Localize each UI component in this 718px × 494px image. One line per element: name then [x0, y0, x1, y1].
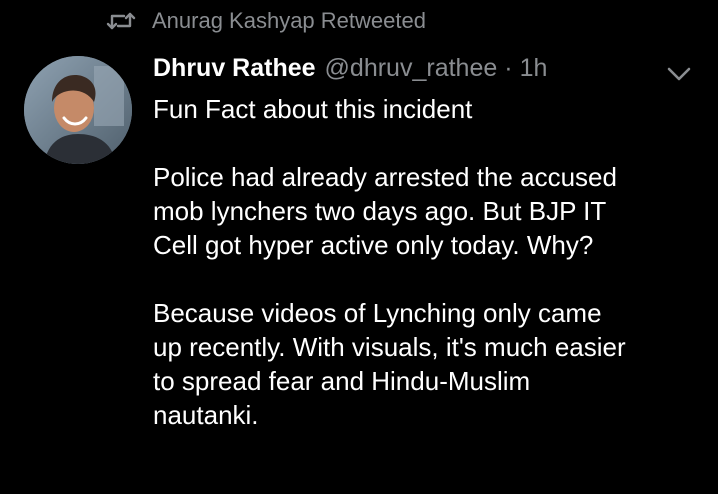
- separator-dot: ·: [504, 54, 513, 82]
- tweet-paragraph-2: Because videos of Lynching only came up …: [153, 296, 713, 432]
- tweet-line: up recently. With visuals, it's much eas…: [153, 332, 626, 362]
- tweet-line: Because videos of Lynching only came: [153, 298, 602, 328]
- tweet-paragraph-1: Police had already arrested the accused …: [153, 160, 713, 262]
- tweet-line: to spread fear and Hindu-Muslim: [153, 366, 531, 396]
- tweet-line: Cell got hyper active only today. Why?: [153, 230, 594, 260]
- chevron-down-icon[interactable]: [664, 62, 694, 86]
- tweet-intro: Fun Fact about this incident: [153, 94, 473, 124]
- tweet-line: mob lynchers two days ago. But BJP IT: [153, 196, 607, 226]
- retweet-label[interactable]: Anurag Kashyap Retweeted: [152, 8, 426, 34]
- tweet-header: Dhruv Rathee @dhruv_rathee · 1h: [153, 54, 547, 88]
- author-handle[interactable]: @dhruv_rathee: [325, 54, 498, 83]
- author-display-name[interactable]: Dhruv Rathee: [153, 54, 316, 83]
- tweet-timestamp[interactable]: 1h: [520, 54, 548, 83]
- tweet-line: nautanki.: [153, 400, 259, 430]
- retweet-context[interactable]: Anurag Kashyap Retweeted: [104, 6, 426, 36]
- tweet-line: Police had already arrested the accused: [153, 162, 617, 192]
- tweet-text: Fun Fact about this incident Police had …: [153, 92, 713, 432]
- retweet-icon: [104, 9, 138, 33]
- avatar[interactable]: [24, 56, 132, 164]
